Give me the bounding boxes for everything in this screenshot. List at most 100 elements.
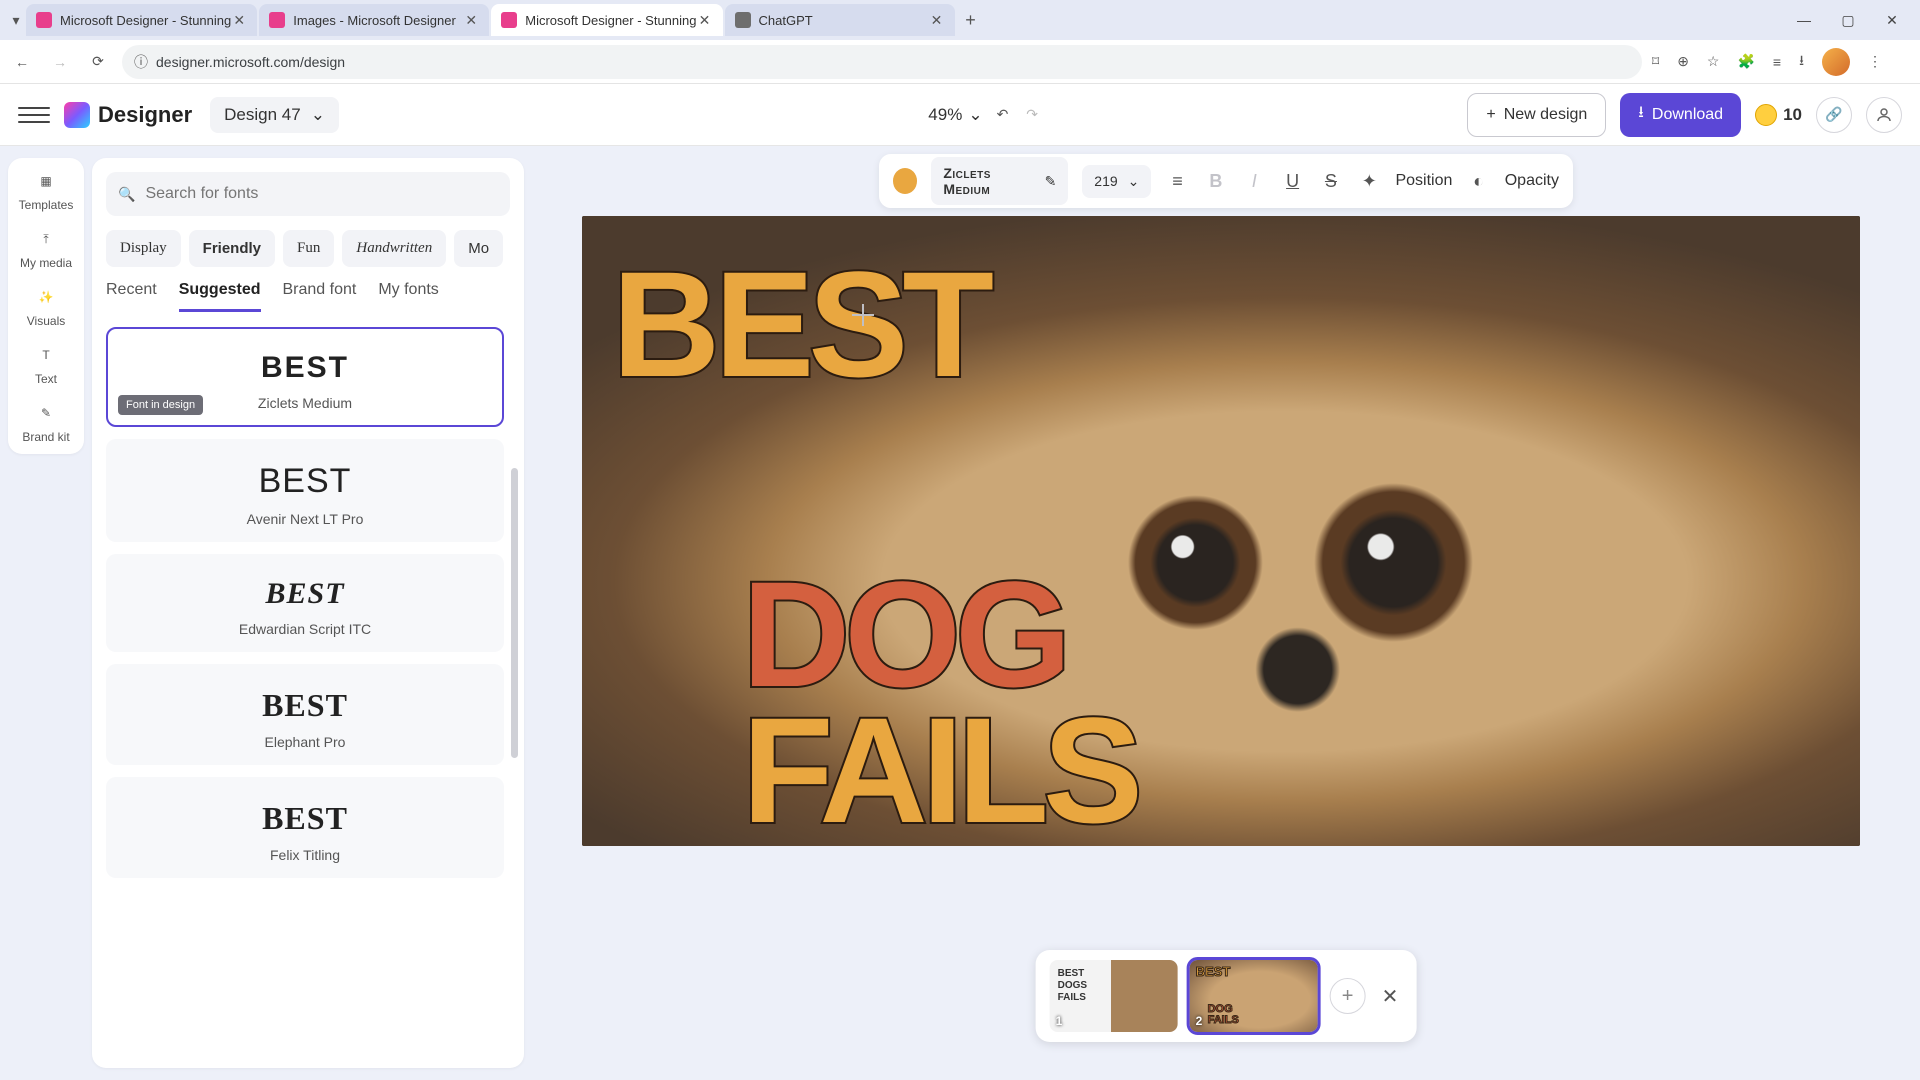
font-category-chip[interactable]: Handwritten	[342, 230, 446, 267]
font-card[interactable]: BESTElephant Pro	[106, 664, 504, 765]
browser-tab[interactable]: Microsoft Designer - Stunning✕	[491, 4, 722, 36]
side-rail-item-text[interactable]: TText	[14, 342, 78, 386]
tab-search-dropdown[interactable]: ▾	[6, 12, 26, 29]
design-name-label: Design 47	[224, 105, 301, 125]
bold-button[interactable]: B	[1204, 171, 1228, 192]
favicon-icon	[269, 12, 285, 28]
bookmark-icon[interactable]: ☆	[1707, 53, 1720, 70]
font-search-input[interactable]	[145, 185, 498, 203]
font-category-chip[interactable]: Mo	[454, 230, 503, 267]
coin-icon	[1755, 104, 1777, 126]
position-button[interactable]: Position	[1395, 172, 1452, 190]
credits-counter[interactable]: 10	[1755, 104, 1802, 126]
nav-reload[interactable]: ⟳	[84, 48, 112, 76]
reading-list-icon[interactable]: ≡	[1773, 54, 1781, 70]
new-design-label: New design	[1504, 106, 1588, 124]
text-color-swatch[interactable]	[893, 168, 917, 194]
zoom-dropdown[interactable]: 49% ⌄	[928, 105, 982, 125]
font-category-chip[interactable]: Friendly	[189, 230, 275, 267]
tab-close-icon[interactable]: ✕	[463, 12, 479, 29]
font-size-value: 219	[1094, 173, 1117, 189]
favicon-icon	[36, 12, 52, 28]
plus-icon: +	[1486, 106, 1495, 124]
new-tab-button[interactable]: +	[957, 10, 985, 31]
tab-close-icon[interactable]: ✕	[929, 12, 945, 29]
font-tab-brand-font[interactable]: Brand font	[283, 281, 357, 312]
text-element-best[interactable]: BEST	[612, 238, 988, 411]
design-canvas[interactable]: BEST DOG FAILS	[582, 216, 1860, 846]
rail-item-label: Visuals	[27, 314, 65, 328]
text-element-fails[interactable]: FAILS	[742, 684, 1137, 846]
redo-button[interactable]: ↷	[1026, 106, 1038, 123]
font-category-chip[interactable]: Display	[106, 230, 181, 267]
window-minimize[interactable]: —	[1782, 0, 1826, 40]
strikethrough-button[interactable]: S	[1319, 171, 1343, 192]
zoom-value: 49%	[928, 105, 962, 125]
font-category-chip[interactable]: Fun	[283, 230, 334, 267]
download-button[interactable]: ⭳ Download	[1620, 93, 1741, 137]
side-rail-item-templates[interactable]: ▦Templates	[14, 168, 78, 212]
font-list[interactable]: BESTZiclets MediumFont in design BESTAven…	[106, 327, 510, 1054]
browser-tab[interactable]: Microsoft Designer - Stunning✕	[26, 4, 257, 36]
italic-button[interactable]: I	[1242, 171, 1266, 192]
install-app-icon[interactable]: ⌑	[1652, 53, 1659, 70]
window-close[interactable]: ✕	[1870, 0, 1914, 40]
rail-item-label: Text	[35, 372, 57, 386]
add-page-button[interactable]: +	[1330, 978, 1366, 1014]
tab-title: Images - Microsoft Designer	[293, 13, 463, 28]
font-tabs: Recent Suggested Brand font My fonts	[106, 281, 510, 313]
page-thumbnail-2[interactable]: 2	[1190, 960, 1318, 1032]
share-link-button[interactable]: 🔗	[1816, 97, 1852, 133]
browser-tab[interactable]: ChatGPT✕	[725, 4, 955, 36]
font-name-label: Edwardian Script ITC	[121, 621, 489, 637]
undo-button[interactable]: ↶	[997, 106, 1009, 123]
downloads-icon[interactable]: ⭳	[1799, 50, 1804, 74]
font-card[interactable]: BESTZiclets MediumFont in design	[106, 327, 504, 427]
font-tab-my-fonts[interactable]: My fonts	[378, 281, 438, 312]
close-pages-strip[interactable]: ✕	[1378, 984, 1403, 1009]
font-card[interactable]: BESTFelix Titling	[106, 777, 504, 878]
header-actions: + New design ⭳ Download 10 🔗	[1467, 93, 1902, 137]
tab-close-icon[interactable]: ✕	[697, 12, 713, 29]
font-family-label: Ziclets Medium	[943, 165, 1034, 197]
extensions-icon[interactable]: 🧩	[1737, 53, 1754, 70]
font-search-box[interactable]: 🔍	[106, 172, 510, 216]
page-thumbnail-1[interactable]: 1	[1050, 960, 1178, 1032]
kebab-menu-icon[interactable]: ⋮	[1868, 53, 1882, 70]
font-family-selector[interactable]: Ziclets Medium ✎	[931, 157, 1068, 205]
side-rail-item-brand-kit[interactable]: ✎Brand kit	[14, 400, 78, 444]
tab-close-icon[interactable]: ✕	[231, 12, 247, 29]
site-info-icon[interactable]: ⓘ	[134, 52, 148, 72]
font-card[interactable]: BESTEdwardian Script ITC	[106, 554, 504, 652]
nav-forward[interactable]: →	[46, 48, 74, 76]
effects-icon[interactable]: ✦	[1357, 171, 1381, 192]
app-header: Designer Design 47 ⌄ 49% ⌄ ↶ ↷ + New des…	[0, 84, 1920, 146]
app-brand-name: Designer	[98, 102, 192, 128]
zoom-icon[interactable]: ⊕	[1677, 53, 1689, 70]
scrollbar-thumb[interactable]	[511, 468, 518, 758]
move-handle-icon[interactable]	[852, 304, 874, 326]
underline-button[interactable]: U	[1280, 171, 1304, 192]
nav-back[interactable]: ←	[8, 48, 36, 76]
account-button[interactable]	[1866, 97, 1902, 133]
font-card[interactable]: BESTAvenir Next LT Pro	[106, 439, 504, 542]
font-size-selector[interactable]: 219 ⌄	[1082, 165, 1151, 198]
align-icon[interactable]: ≡	[1165, 171, 1189, 192]
window-maximize[interactable]: ▢	[1826, 0, 1870, 40]
side-rail-item-my-media[interactable]: ⤒My media	[14, 226, 78, 270]
font-tab-suggested[interactable]: Suggested	[179, 281, 261, 312]
font-preview: BEST	[121, 687, 489, 724]
opacity-button[interactable]: Opacity	[1505, 172, 1559, 190]
download-icon: ⭳	[1638, 101, 1644, 128]
font-tab-recent[interactable]: Recent	[106, 281, 157, 312]
browser-tab[interactable]: Images - Microsoft Designer✕	[259, 4, 489, 36]
side-rail-item-visuals[interactable]: ✨Visuals	[14, 284, 78, 328]
rail-item-icon: ▦	[33, 168, 59, 194]
address-bar[interactable]: ⓘ designer.microsoft.com/design	[122, 45, 1642, 79]
new-design-button[interactable]: + New design	[1467, 93, 1606, 137]
page-number: 2	[1196, 1014, 1203, 1028]
profile-avatar[interactable]	[1822, 48, 1850, 76]
design-name-dropdown[interactable]: Design 47 ⌄	[210, 97, 339, 133]
hamburger-menu[interactable]	[18, 99, 50, 131]
url-text: designer.microsoft.com/design	[156, 54, 345, 70]
